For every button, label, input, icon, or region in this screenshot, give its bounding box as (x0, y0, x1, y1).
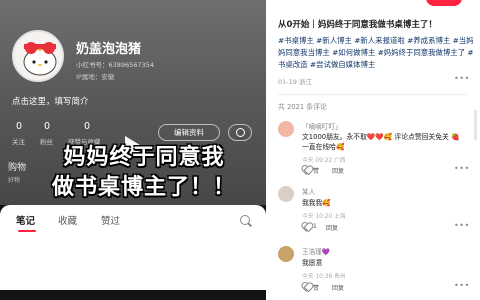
video-caption: 妈妈终于同意我 做书桌博主了！！ (24, 143, 264, 203)
like-icon[interactable] (302, 223, 310, 230)
screen: 奶盖泡泡猪 小红书号：63896567354 IP属地：安徽 点击这里，填写简介… (0, 0, 480, 300)
comment-text-line: 文1000朋友。永不取❤️❤️🥰 评论点赞回关免关 🍓 (302, 133, 460, 141)
post-title: 从0开始｜妈妈终于同意我做书桌博主了！ (278, 20, 437, 30)
followers-count[interactable]: 0 (44, 121, 50, 132)
divider (278, 94, 468, 95)
comment-avatar[interactable] (278, 121, 294, 137)
reply-button[interactable]: 回复 (332, 283, 344, 292)
scrollbar[interactable] (474, 110, 477, 140)
comment-time: 今天 10:20 上海 (302, 214, 346, 220)
reply-button[interactable]: 回复 (326, 223, 338, 232)
profile-uid: 小红书号：63896567354 (76, 61, 154, 69)
post-meta: 01-19 浙江 (278, 78, 312, 86)
search-icon[interactable] (240, 215, 250, 225)
comment-author[interactable]: 某人 (302, 186, 315, 196)
profile-tabs-sheet: 笔记 收藏 赞过 (0, 205, 266, 290)
like-icon[interactable] (302, 283, 310, 290)
comment-time: 今天 10:36 贵州 (302, 274, 346, 280)
more-dots-icon[interactable]: • • • (454, 221, 469, 230)
like-icon[interactable] (302, 166, 310, 173)
more-dots-icon[interactable]: • • • (454, 74, 469, 83)
gear-icon (236, 128, 245, 137)
shop-sub-label: 好物 (8, 177, 21, 184)
edit-profile-button[interactable]: 编辑资料 (158, 124, 220, 141)
more-dots-icon[interactable]: • • • (454, 281, 469, 290)
video-bottom-bar (0, 290, 266, 300)
caption-line-1: 妈妈终于同意我 (63, 145, 225, 170)
post-detail-panel: 从0开始｜妈妈终于同意我做书桌博主了！ #书桌博主 #新人博主 #新人来报道啦 … (266, 0, 480, 300)
comment-author[interactable]: 「嘀嘀叮叮」 (302, 121, 342, 131)
like-count[interactable]: 赞 (313, 283, 319, 292)
profile-ip-location: IP属地：安徽 (76, 73, 115, 81)
comment-avatar[interactable] (278, 186, 294, 202)
more-dots-icon[interactable]: • • • (454, 164, 469, 173)
comments-count: 共 2021 条评论 (278, 103, 327, 111)
comment-text: 文1000朋友。永不取❤️❤️🥰 评论点赞回关免关 🍓 一直在线哈🥰 (302, 132, 467, 152)
tab-liked[interactable]: 赞过 (101, 213, 120, 227)
likes-count[interactable]: 0 (84, 121, 90, 132)
comment-avatar[interactable] (278, 246, 294, 262)
comment-time: 今天 09:22 广西 (302, 158, 346, 164)
following-count[interactable]: 0 (16, 121, 22, 132)
like-count[interactable]: 1 (313, 223, 317, 230)
profile-bio[interactable]: 点击这里，填写简介 (12, 95, 89, 107)
post-tags[interactable]: #书桌博主 #新人博主 #新人来报道啦 #养成系博主 #当妈妈同意我当博主 #如… (278, 35, 478, 71)
settings-button[interactable] (228, 124, 252, 141)
caption-line-2: 做书桌博主了！！ (51, 175, 236, 200)
video-player[interactable]: 奶盖泡泡猪 小红书号：63896567354 IP属地：安徽 点击这里，填写简介… (0, 0, 266, 300)
comment-author[interactable]: 王浩瑾💜 (302, 246, 330, 256)
comment-text: 我愿意 (302, 259, 323, 267)
tab-active-indicator (18, 230, 36, 232)
comment-text: 我我我🥰 (302, 199, 331, 207)
profile-username: 奶盖泡泡猪 (76, 42, 142, 57)
comment-text-line: 一直在线哈🥰 (302, 143, 345, 151)
profile-avatar[interactable] (12, 30, 64, 82)
follow-button[interactable] (426, 0, 462, 6)
reply-button[interactable]: 回复 (332, 166, 344, 175)
tab-notes[interactable]: 笔记 (16, 213, 35, 227)
like-count[interactable]: 赞 (313, 166, 319, 175)
tab-collections[interactable]: 收藏 (58, 213, 77, 227)
